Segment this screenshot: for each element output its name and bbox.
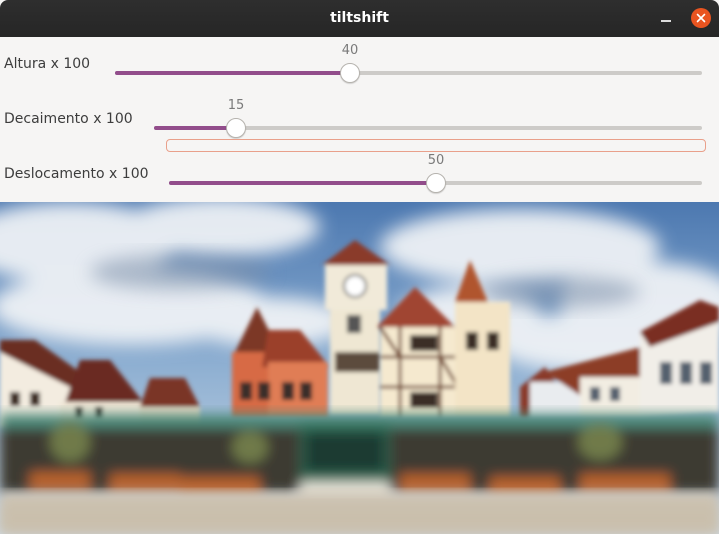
deslocamento-slider-handle[interactable] [426, 173, 446, 193]
town-square-photo [0, 202, 719, 534]
altura-value: 40 [341, 43, 359, 58]
deslocamento-slider-fill [169, 181, 436, 185]
deslocamento-slider[interactable] [169, 173, 702, 193]
tiltshift-preview-image [0, 202, 719, 534]
window-title: tiltshift [330, 10, 389, 26]
close-icon [696, 13, 706, 23]
title-bar[interactable]: tiltshift [0, 0, 719, 37]
altura-slider-fill [115, 71, 350, 75]
deslocamento-label: Deslocamento x 100 [4, 166, 149, 182]
decaimento-slider[interactable] [154, 118, 702, 138]
minimize-button[interactable] [656, 8, 676, 28]
altura-slider[interactable] [115, 63, 702, 83]
decaimento-label: Decaimento x 100 [4, 111, 133, 127]
altura-slider-handle[interactable] [340, 63, 360, 83]
close-button[interactable] [691, 8, 711, 28]
decaimento-slider-fill [154, 126, 236, 130]
altura-label: Altura x 100 [4, 56, 91, 72]
deslocamento-value: 50 [427, 153, 445, 168]
decaimento-slider-handle[interactable] [226, 118, 246, 138]
deslocamento-focus-ring [166, 139, 706, 152]
app-window: tiltshift Altura x 100 40 Decaimento x 1… [0, 0, 719, 534]
controls-panel: Altura x 100 40 Decaimento x 100 15 Desl… [0, 37, 719, 202]
decaimento-value: 15 [227, 98, 245, 113]
